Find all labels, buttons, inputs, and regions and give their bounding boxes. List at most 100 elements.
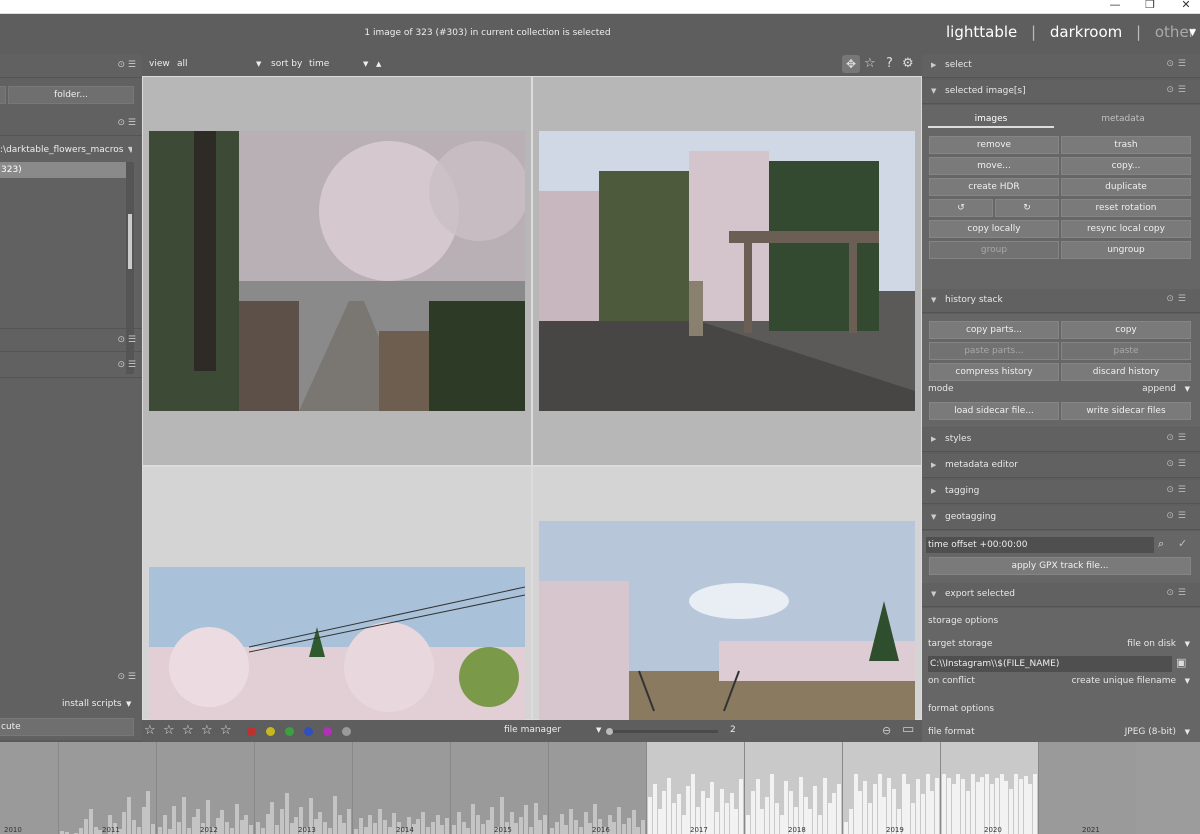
thumbnail-cell[interactable] xyxy=(142,76,532,466)
install-scripts-label[interactable]: install scripts xyxy=(62,699,122,709)
folder-button[interactable]: folder... xyxy=(8,86,134,104)
left-module-header-4[interactable]: ⊙ ☰ xyxy=(0,666,142,690)
presets-icon[interactable]: ⊙☰ xyxy=(1166,511,1190,521)
trash-button[interactable]: trash xyxy=(1061,136,1191,154)
zoom-value[interactable]: 2 xyxy=(730,725,736,735)
presets-icon[interactable]: ⊙ ☰ xyxy=(118,60,136,70)
timeline[interactable]: 2010 2011 2012 2013 2014 2015 2016 2017 2018 2019… xyxy=(0,742,1200,834)
color-label-gray[interactable] xyxy=(342,727,351,736)
color-label-green[interactable] xyxy=(285,727,294,736)
presets-icon[interactable]: ⊙ ☰ xyxy=(118,118,136,128)
star-icon[interactable]: ☆ xyxy=(201,723,213,738)
folder-icon[interactable]: ▣ xyxy=(1176,656,1186,669)
star-icon[interactable]: ☆ xyxy=(144,723,156,738)
sort-value[interactable]: time xyxy=(309,59,329,69)
close-button[interactable]: ✕ xyxy=(1178,0,1194,12)
scrollbar-thumb[interactable] xyxy=(128,214,132,269)
mode-value[interactable]: append xyxy=(1072,384,1176,394)
presets-icon[interactable]: ⊙☰ xyxy=(1166,459,1190,469)
tab-metadata[interactable]: metadata xyxy=(1060,112,1186,128)
chevron-down-icon[interactable]: ▼ xyxy=(1180,728,1190,736)
presets-icon[interactable]: ⊙☰ xyxy=(1166,294,1190,304)
chevron-down-icon[interactable]: ▼ xyxy=(1180,677,1190,685)
grid-icon[interactable]: ✥ xyxy=(842,55,860,73)
compress-history-button[interactable]: compress history xyxy=(929,363,1059,381)
color-label-purple[interactable] xyxy=(323,727,332,736)
file-format-value[interactable]: JPEG (8-bit) xyxy=(1072,727,1176,737)
minimize-button[interactable]: — xyxy=(1107,0,1123,12)
export-path-input[interactable]: C:\\Instagram\\$(FILE_NAME) xyxy=(928,656,1172,672)
thumbnail-cell[interactable] xyxy=(532,466,922,721)
layout-mode-select[interactable]: file manager xyxy=(504,725,561,735)
left-button-cut[interactable] xyxy=(0,86,6,104)
left-module-header-3[interactable]: ⊙ ☰ xyxy=(0,354,142,378)
module-geotagging[interactable]: ▼ geotagging ⊙☰ xyxy=(922,506,1200,530)
view-filter-value[interactable]: all xyxy=(177,59,188,69)
copy-button[interactable]: copy... xyxy=(1061,157,1191,175)
thumbnail-cell[interactable] xyxy=(142,466,532,721)
write-sidecar-button[interactable]: write sidecar files xyxy=(1061,402,1191,420)
chevron-down-icon[interactable]: ▼ xyxy=(363,60,368,68)
time-offset-value[interactable]: +00:00:00 xyxy=(980,540,1028,550)
color-label-red[interactable] xyxy=(247,727,256,736)
help-icon[interactable]: ? xyxy=(886,56,893,71)
presets-icon[interactable]: ⊙☰ xyxy=(1166,588,1190,598)
module-tagging[interactable]: ▶ tagging ⊙☰ xyxy=(922,480,1200,504)
module-history-stack[interactable]: ▼ history stack ⊙☰ xyxy=(922,289,1200,313)
triangle-down-icon[interactable]: ▼ xyxy=(1189,28,1196,38)
presets-icon[interactable]: ⊙☰ xyxy=(1166,59,1190,69)
chevron-down-icon[interactable]: ▼ xyxy=(128,142,132,158)
sort-ascending-icon[interactable]: ▲ xyxy=(376,60,381,68)
chevron-down-icon[interactable]: ▼ xyxy=(1180,385,1190,393)
zoom-slider-handle[interactable] xyxy=(606,728,613,735)
left-module-header[interactable]: ⊙ ☰ xyxy=(0,54,142,78)
search-icon[interactable]: ⌕ xyxy=(1158,537,1164,551)
collections-header[interactable]: ⊙ ☰ xyxy=(0,112,142,136)
paste-parts-button[interactable]: paste parts... xyxy=(929,342,1059,360)
resync-local-copy-button[interactable]: resync local copy xyxy=(1061,220,1191,238)
gear-icon[interactable]: ⚙ xyxy=(902,56,914,71)
star-icon[interactable]: ☆ xyxy=(220,723,232,738)
color-label-blue[interactable] xyxy=(304,727,313,736)
execute-button[interactable]: cute xyxy=(0,718,134,736)
duplicate-button[interactable]: duplicate xyxy=(1061,178,1191,196)
presets-icon[interactable]: ⊙☰ xyxy=(1166,485,1190,495)
module-metadata-editor[interactable]: ▶ metadata editor ⊙☰ xyxy=(922,454,1200,478)
rotate-cw-button[interactable]: ↻ xyxy=(995,199,1059,217)
paste-history-button[interactable]: paste xyxy=(1061,342,1191,360)
tab-images[interactable]: images xyxy=(928,112,1054,128)
left-module-header-2[interactable]: ⊙ ☰ xyxy=(0,328,142,352)
thumbnail-cell[interactable] xyxy=(532,76,922,466)
collection-path[interactable]: :\darktable_flowers_macros ▼ xyxy=(0,142,132,158)
checkmark-icon[interactable]: ✓ xyxy=(1178,537,1187,550)
ungroup-button[interactable]: ungroup xyxy=(1061,241,1191,259)
presets-icon[interactable]: ⊙ ☰ xyxy=(118,335,136,345)
copy-locally-button[interactable]: copy locally xyxy=(929,220,1059,238)
reset-rotation-button[interactable]: reset rotation xyxy=(1061,199,1191,217)
time-offset-field[interactable]: time offset +00:00:00 xyxy=(926,537,1154,553)
chevron-down-icon[interactable]: ▼ xyxy=(1180,640,1190,648)
copy-parts-button[interactable]: copy parts... xyxy=(929,321,1059,339)
view-darkroom[interactable]: darkroom xyxy=(1050,23,1122,41)
target-storage-value[interactable]: file on disk xyxy=(1052,639,1176,649)
chevron-down-icon[interactable]: ▼ xyxy=(596,726,601,734)
zoom-slider[interactable] xyxy=(606,728,718,735)
module-select[interactable]: ▶ select ⊙☰ xyxy=(922,54,1200,78)
on-conflict-value[interactable]: create unique filename xyxy=(1042,676,1176,686)
group-button[interactable]: group xyxy=(929,241,1059,259)
module-export-selected[interactable]: ▼ export selected ⊙☰ xyxy=(922,583,1200,607)
display-icon[interactable]: ▭ xyxy=(902,722,914,737)
copy-history-button[interactable]: copy xyxy=(1061,321,1191,339)
star-icon[interactable]: ☆ xyxy=(163,723,175,738)
rotate-ccw-button[interactable]: ↺ xyxy=(929,199,993,217)
chevron-down-icon[interactable]: ▼ xyxy=(256,60,261,68)
star-icon[interactable]: ☆ xyxy=(864,56,876,71)
remove-button[interactable]: remove xyxy=(929,136,1059,154)
create-hdr-button[interactable]: create HDR xyxy=(929,178,1059,196)
color-label-yellow[interactable] xyxy=(266,727,275,736)
star-icon[interactable]: ☆ xyxy=(182,723,194,738)
presets-icon[interactable]: ⊙ ☰ xyxy=(118,360,136,370)
timeline-year-block[interactable] xyxy=(0,742,58,834)
chevron-down-icon[interactable]: ▼ xyxy=(126,700,131,708)
view-lighttable[interactable]: lighttable xyxy=(946,23,1017,41)
